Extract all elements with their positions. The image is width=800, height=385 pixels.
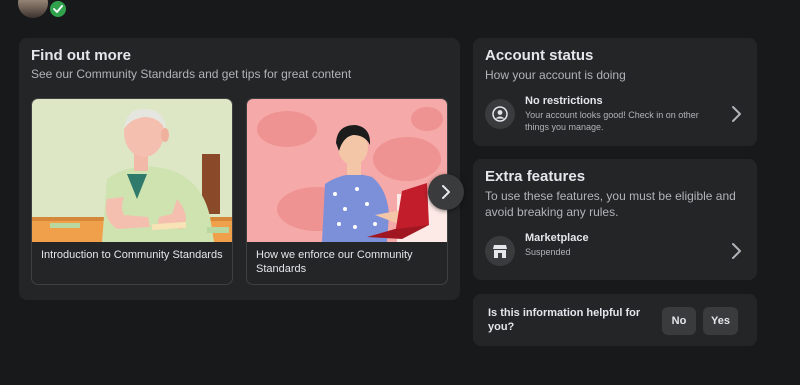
helpful-feedback-card: Is this information helpful for you? No … (473, 294, 757, 346)
chevron-right-icon (732, 106, 741, 122)
marketplace-row[interactable]: Marketplace Suspended (473, 230, 757, 274)
find-out-more-card: Find out more See our Community Standard… (19, 38, 464, 300)
user-circle-icon (485, 99, 515, 129)
helpful-question: Is this information helpful for you? (488, 307, 641, 333)
tile-caption: Introduction to Community Standards (41, 249, 223, 261)
account-status-title: Account status (485, 47, 594, 64)
tile-caption: How we enforce our Community Standards (256, 249, 413, 275)
profile-avatar-wrap[interactable] (18, 0, 68, 19)
find-out-more-subtitle: See our Community Standards and get tips… (31, 67, 352, 81)
woman-laptop-illustration (247, 99, 447, 242)
account-status-subtitle: How your account is doing (485, 68, 626, 82)
account-status-card: Account status How your account is doing… (473, 38, 757, 146)
extra-features-subtitle: To use these features, you must be eligi… (485, 189, 736, 219)
tile-intro-community-standards[interactable]: Introduction to Community Standards (31, 98, 233, 285)
extra-features-title: Extra features (485, 168, 586, 185)
row-title: No restrictions (525, 95, 603, 107)
store-icon (485, 236, 515, 266)
no-restrictions-row[interactable]: No restrictions Your account looks good!… (473, 93, 757, 137)
row-description: Suspended (525, 247, 571, 257)
chevron-right-icon (732, 243, 741, 259)
chevron-right-icon (442, 185, 450, 199)
find-out-more-title: Find out more (31, 47, 131, 64)
yes-button[interactable]: Yes (703, 307, 738, 335)
avatar[interactable] (18, 0, 48, 18)
verified-check-icon (48, 0, 68, 19)
row-title: Marketplace (525, 232, 589, 244)
carousel-next-button[interactable] (428, 174, 464, 210)
row-description: Your account looks good! Check in on oth… (525, 110, 699, 132)
extra-features-card: Extra features To use these features, yo… (473, 159, 757, 280)
no-button[interactable]: No (662, 307, 696, 335)
elderly-man-illustration (32, 99, 232, 242)
tile-how-we-enforce[interactable]: How we enforce our Community Standards (246, 98, 448, 285)
